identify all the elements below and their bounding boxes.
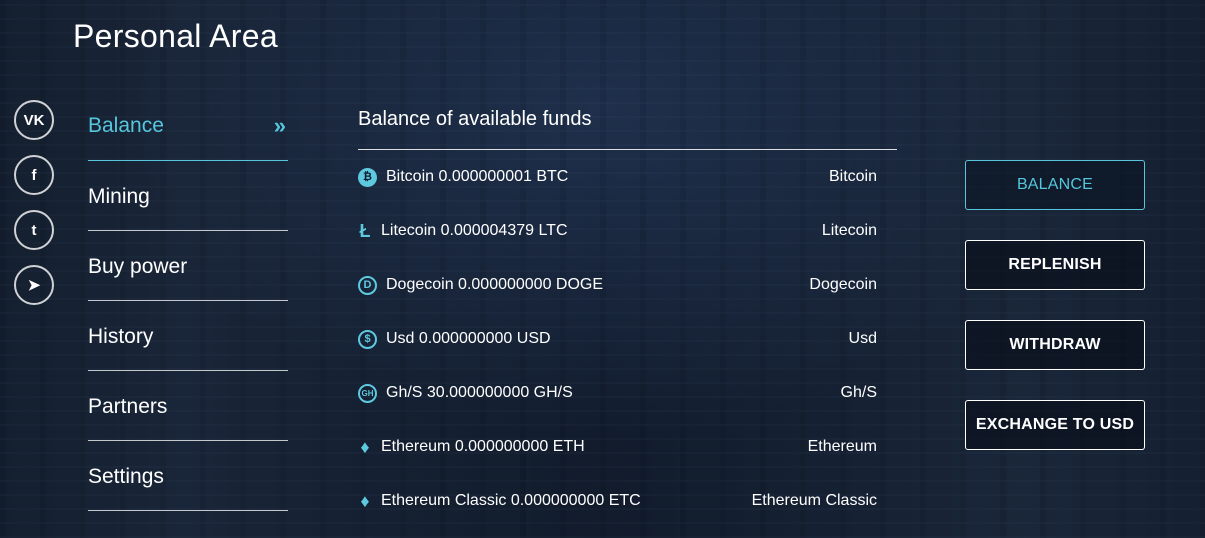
sidebar-item-settings[interactable]: Settings (88, 441, 288, 511)
currency-name: Gh/S (840, 384, 877, 401)
ethereum-classic-icon: ♦ (360, 490, 370, 511)
sidebar-item-partners[interactable]: Partners (88, 371, 288, 441)
balance-panel: Balance of available funds ₿ Bitcoin 0.0… (358, 108, 897, 528)
sidebar-nav: Balance » Mining Buy power History Partn… (88, 89, 288, 511)
balance-amount: Litecoin 0.000004379 LTC (381, 222, 568, 239)
exchange-to-usd-button[interactable]: EXCHANGE TO USD (965, 400, 1145, 450)
page-title: Personal Area (73, 18, 278, 54)
currency-name: Usd (848, 330, 877, 347)
sidebar-item-history[interactable]: History (88, 301, 288, 371)
telegram-icon[interactable]: ➤ (14, 265, 54, 305)
social-links: VK f t ➤ (14, 100, 54, 305)
sidebar-item-buy-power[interactable]: Buy power (88, 231, 288, 301)
sidebar-item-label: History (88, 324, 154, 348)
withdraw-button[interactable]: WITHDRAW (965, 320, 1145, 370)
balance-amount: Ethereum Classic 0.000000000 ETC (381, 492, 641, 509)
balance-row: D Dogecoin 0.000000000 DOGE Dogecoin (358, 258, 897, 312)
ghs-icon: GH (358, 383, 377, 403)
ethereum-icon: ♦ (360, 436, 370, 457)
sidebar-item-label: Mining (88, 184, 150, 208)
currency-name: Bitcoin (828, 168, 877, 185)
balance-row: Ł Litecoin 0.000004379 LTC Litecoin (358, 204, 897, 258)
litecoin-icon: Ł (359, 220, 371, 241)
currency-name: Litecoin (821, 222, 877, 239)
balance-row: GH Gh/S 30.000000000 GH/S Gh/S (358, 366, 897, 420)
sidebar-item-label: Settings (88, 464, 164, 488)
balance-row: ♦ Ethereum Classic 0.000000000 ETC Ether… (358, 474, 897, 528)
dogecoin-icon: D (358, 275, 377, 295)
sidebar-item-mining[interactable]: Mining (88, 161, 288, 231)
balance-button[interactable]: BALANCE (965, 160, 1145, 210)
balance-amount: Bitcoin 0.000000001 BTC (386, 168, 569, 185)
bitcoin-icon: ₿ (358, 167, 377, 187)
balance-row: $ Usd 0.000000000 USD Usd (358, 312, 897, 366)
balance-row: ₿ Bitcoin 0.000000001 BTC Bitcoin (358, 150, 897, 204)
currency-name: Ethereum (807, 438, 877, 455)
action-buttons: BALANCE REPLENISH WITHDRAW EXCHANGE TO U… (965, 160, 1145, 450)
currency-name: Ethereum Classic (751, 492, 877, 509)
vk-icon[interactable]: VK (14, 100, 54, 140)
balance-amount: Dogecoin 0.000000000 DOGE (386, 276, 604, 293)
panel-title: Balance of available funds (358, 108, 897, 150)
usd-icon: $ (358, 329, 377, 349)
replenish-button[interactable]: REPLENISH (965, 240, 1145, 290)
sidebar-item-label: Partners (88, 394, 168, 418)
sidebar-item-label: Balance (88, 113, 164, 137)
currency-name: Dogecoin (809, 276, 877, 293)
balance-amount: Gh/S 30.000000000 GH/S (386, 384, 573, 401)
chevron-right-icon: » (273, 112, 287, 138)
facebook-icon[interactable]: f (14, 155, 54, 195)
sidebar-item-balance[interactable]: Balance » (88, 89, 288, 161)
balance-row: ♦ Ethereum 0.000000000 ETH Ethereum (358, 420, 897, 474)
balance-amount: Ethereum 0.000000000 ETH (381, 438, 585, 455)
twitter-icon[interactable]: t (14, 210, 54, 250)
balance-amount: Usd 0.000000000 USD (386, 330, 551, 347)
sidebar-item-label: Buy power (88, 254, 188, 278)
